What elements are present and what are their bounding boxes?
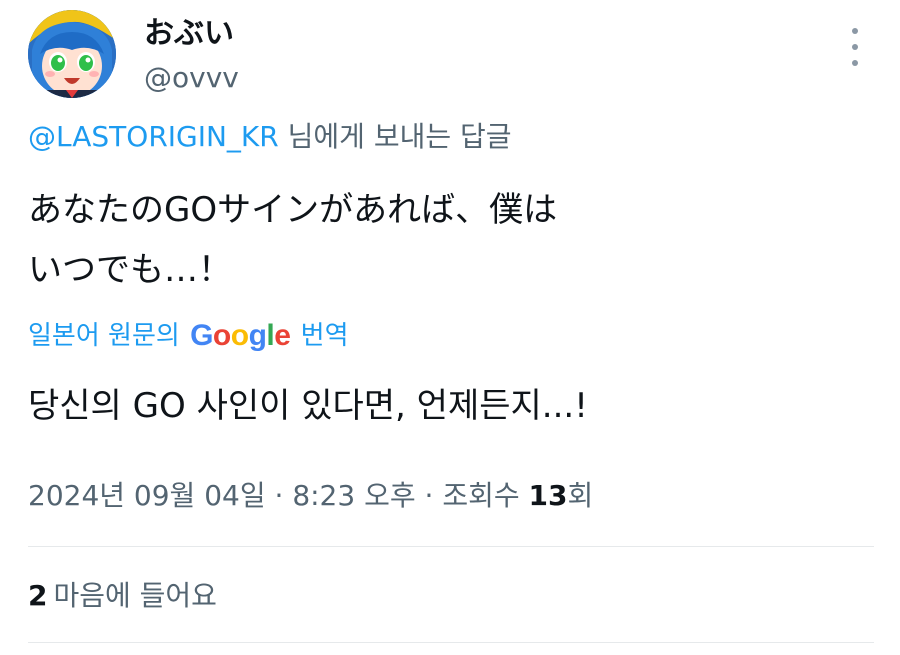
translation-suffix: 번역 xyxy=(292,321,349,351)
more-vertical-icon-dot xyxy=(852,60,858,66)
google-logo-letter: g xyxy=(248,319,267,352)
google-logo-letter: o xyxy=(230,319,249,352)
avatar-image xyxy=(28,10,116,98)
translated-text: 당신의 GO 사인이 있다면, 언제든지...! xyxy=(28,386,588,426)
views-label: 조회수 xyxy=(442,479,529,512)
author-handle[interactable]: @ovvv xyxy=(144,60,239,96)
more-vertical-icon xyxy=(852,28,858,34)
likes-link[interactable]: 2 마음에 들어요 xyxy=(28,574,217,618)
tweet-header: おぶい @ovvv xyxy=(28,10,878,100)
likes-label: 마음에 들어요 xyxy=(53,579,217,612)
divider xyxy=(28,642,874,643)
google-logo-letter: e xyxy=(274,319,291,352)
translation-label[interactable]: 일본어 원문의 Google 번역 xyxy=(28,316,349,356)
more-vertical-icon-dot xyxy=(852,44,858,50)
divider xyxy=(28,546,874,547)
tweet-text: あなたのGOサインがあれば、僕は いつでも…！ xyxy=(28,180,728,300)
more-options-button[interactable] xyxy=(840,26,870,70)
meta-separator: · xyxy=(265,479,293,512)
reply-context: @LASTORIGIN_KR 님에게 보내는 답글 xyxy=(28,117,512,157)
google-logo-letter: G xyxy=(190,319,213,352)
google-logo-letter: o xyxy=(212,319,231,352)
views-count: 13 xyxy=(528,479,568,512)
tweet-text-line: いつでも…！ xyxy=(28,250,232,290)
translation-prefix: 일본어 원문의 xyxy=(28,321,189,351)
tweet-text-line: あなたのGOサインがあれば、僕は xyxy=(28,190,558,230)
tweet-metadata: 2024년 09월 04일 · 8:23 오후 · 조회수 13회 xyxy=(28,474,593,518)
author-display-name[interactable]: おぶい xyxy=(144,16,234,52)
google-logo: Google xyxy=(190,316,291,356)
reply-mention-link[interactable]: @LASTORIGIN_KR xyxy=(28,120,279,153)
meta-separator: · xyxy=(415,479,443,512)
avatar[interactable] xyxy=(28,10,116,98)
reply-context-suffix: 님에게 보내는 답글 xyxy=(278,120,512,153)
likes-count: 2 xyxy=(28,579,48,612)
tweet-date[interactable]: 2024년 09월 04일 xyxy=(28,479,266,512)
views-suffix: 회 xyxy=(567,479,594,512)
tweet-time[interactable]: 8:23 오후 xyxy=(292,479,415,512)
tweet-detail: おぶい @ovvv @LASTORIGIN_KR 님에게 보내는 답글 あなたの… xyxy=(0,0,900,655)
